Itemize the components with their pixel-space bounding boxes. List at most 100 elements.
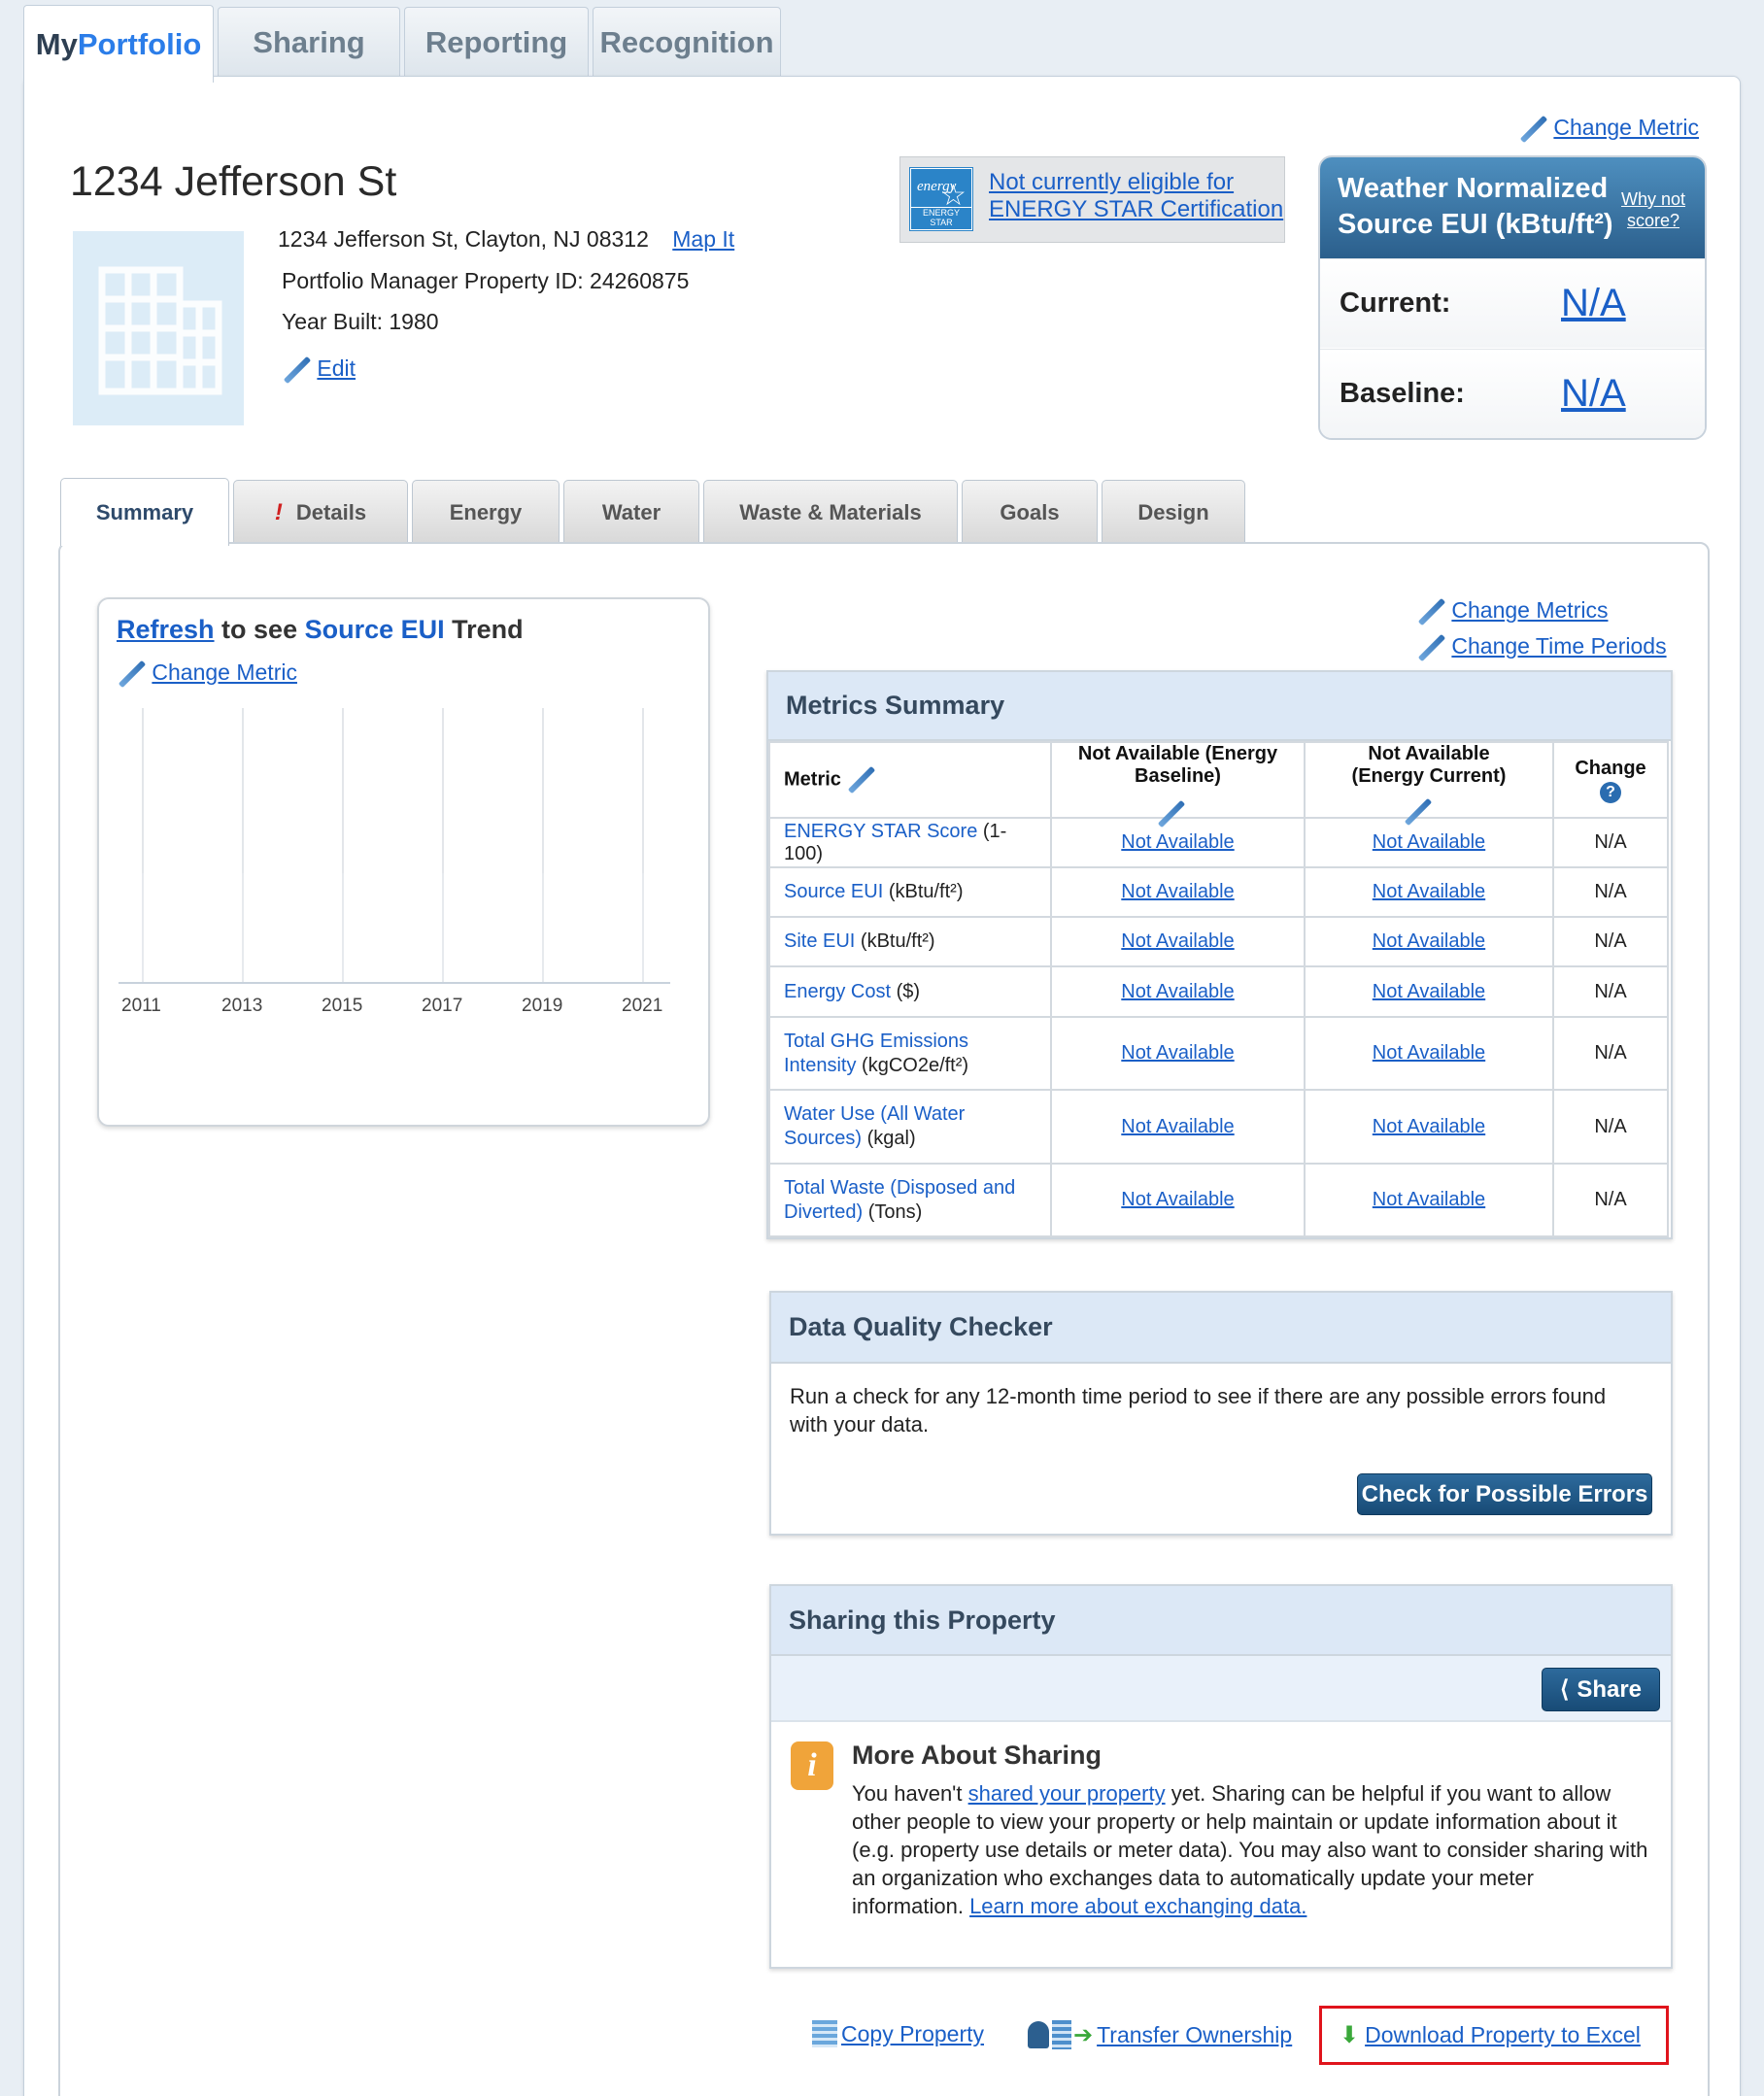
change-time-periods[interactable]: Change Time Periods [1416,628,1666,664]
transfer-building-icon [1052,2020,1071,2049]
metric-name-link[interactable]: Water Use (All Water [784,1103,965,1125]
trend-change-metric-link[interactable]: Change Metric [152,659,297,685]
why-not-line2[interactable]: score? [1621,210,1685,231]
pencil-icon[interactable] [846,765,875,794]
map-it-link[interactable]: Map It [672,226,734,252]
eui-baseline-value[interactable]: N/A [1561,372,1626,416]
metrics-table-header: Metric Not Available (Energy Baseline) No… [768,741,1669,819]
change-time-periods-link[interactable]: Change Time Periods [1451,633,1666,659]
eligibility-line2[interactable]: ENERGY STAR Certification [989,196,1283,222]
why-not-line1[interactable]: Why not [1621,188,1685,210]
pencil-icon[interactable] [1403,797,1432,827]
current-value[interactable]: Not Available [1373,881,1485,902]
change-metric-top-link[interactable]: Change Metric [1553,115,1699,140]
subtab-waste-label: Waste & Materials [739,499,922,524]
subtab-waste[interactable]: Waste & Materials [703,480,958,544]
tab-reporting[interactable]: Reporting [404,7,589,78]
eligibility-line1[interactable]: Not currently eligible for [989,169,1234,195]
tab-reporting-label: Reporting [424,25,568,59]
current-value[interactable]: Not Available [1373,1189,1485,1210]
person-icon [1028,2021,1049,2048]
baseline-value[interactable]: Not Available [1121,831,1234,853]
metrics-summary-title: Metrics Summary [768,672,1671,741]
trend-change-metric[interactable]: Change Metric [117,659,297,689]
current-value[interactable]: Not Available [1373,930,1485,952]
shared-property-link[interactable]: shared your property [968,1781,1166,1806]
tab-recognition-label: Recognition [599,25,774,59]
tab-myportfolio[interactable]: My Portfolio [23,5,214,83]
metric-name-link[interactable]: Source EUI [784,881,883,902]
current-value[interactable]: Not Available [1373,831,1485,853]
eui-header: Weather Normalized Source EUI (kBtu/ft²)… [1320,157,1705,258]
tab-sharing-label: Sharing [253,25,365,59]
change-value: N/A [1552,1016,1669,1091]
change-metrics[interactable]: Change Metrics [1416,592,1667,628]
subtab-water-label: Water [601,499,662,524]
transfer-ownership[interactable]: ➔ Transfer Ownership [1028,2020,1292,2049]
property-name: 1234 Jefferson St [70,158,397,205]
subtab-details[interactable]: ! Details [233,480,408,544]
subtab-goals[interactable]: Goals [962,480,1098,544]
current-value[interactable]: Not Available [1373,1116,1485,1137]
refresh-link[interactable]: Refresh [117,615,215,644]
transfer-ownership-link[interactable]: Transfer Ownership [1097,2022,1292,2048]
learn-more-exchanging-link[interactable]: Learn more about exchanging data. [969,1894,1306,1918]
tab-sharing[interactable]: Sharing [218,7,400,78]
trend-chart-axis [119,708,670,984]
energy-star-logo-text: ENERGY STAR [911,207,971,227]
help-icon[interactable]: ? [1600,781,1621,803]
why-not-score[interactable]: Why not score? [1621,188,1685,231]
share-button[interactable]: ⟨ Share [1542,1668,1660,1711]
eui-current-value[interactable]: N/A [1561,282,1626,325]
sharing-text-1: You haven't [852,1781,968,1806]
tab-recognition[interactable]: Recognition [593,7,781,78]
more-about-sharing-text: You haven't shared your property yet. Sh… [852,1779,1648,1920]
energy-star-eligibility-link[interactable]: Not currently eligible for ENERGY STAR C… [989,169,1283,223]
year-label: 2017 [422,996,463,1016]
copy-property[interactable]: Copy Property [812,2020,984,2047]
baseline-value[interactable]: Not Available [1121,1116,1234,1137]
change-metrics-link[interactable]: Change Metrics [1451,597,1608,623]
baseline-value[interactable]: Not Available [1121,981,1234,1002]
change-value: N/A [1552,916,1669,967]
sharing-title: Sharing this Property [771,1586,1671,1656]
alert-icon: ! [274,498,283,525]
year-label: 2011 [121,996,161,1016]
edit-link[interactable]: Edit [317,355,356,381]
more-about-sharing-title: More About Sharing [852,1741,1102,1770]
edit-property[interactable]: Edit [282,355,356,385]
metric-name-link[interactable]: Sources) [784,1128,862,1149]
metric-name-link[interactable]: Total Waste (Disposed and [784,1177,1015,1199]
copy-property-link[interactable]: Copy Property [841,2021,984,2047]
eui-title-line2: Source EUI (kBtu/ft²) [1338,209,1613,240]
metrics-summary-card: Metrics Summary Metric Not Available (En… [766,670,1673,1239]
metric-name-link[interactable]: ENERGY STAR Score [784,821,977,842]
change-value: N/A [1552,965,1669,1018]
baseline-value[interactable]: Not Available [1121,1189,1234,1210]
subtab-water[interactable]: Water [563,480,699,544]
metric-name: Water Use (All Water Sources) (kgal) [768,1089,1052,1165]
metric-name-link[interactable]: Intensity [784,1055,856,1076]
change-metric-top[interactable]: Change Metric [1518,115,1699,144]
metric-name-link[interactable]: Energy Cost [784,981,891,1002]
baseline-value[interactable]: Not Available [1121,881,1234,902]
current-value[interactable]: Not Available [1373,1042,1485,1064]
trend-card: Refresh to see Source EUI Trend Change M… [97,597,710,1127]
table-row: Energy Cost ($) Not Available Not Availa… [768,965,1669,1018]
pencil-icon[interactable] [1156,799,1185,828]
current-value[interactable]: Not Available [1373,981,1485,1002]
metric-name-link[interactable]: Total GHG Emissions [784,1031,968,1052]
baseline-value[interactable]: Not Available [1121,930,1234,952]
subtab-details-label: Details [295,499,367,524]
subtab-energy[interactable]: Energy [412,480,560,544]
check-errors-button[interactable]: Check for Possible Errors [1357,1473,1652,1515]
download-excel-link[interactable]: Download Property to Excel [1365,2022,1641,2048]
metric-name-link[interactable]: Site EUI [784,930,855,952]
subtab-design[interactable]: Design [1102,480,1245,544]
subtab-summary[interactable]: Summary [60,478,229,546]
metric-unit: (kBtu/ft²) [883,881,964,902]
metric-name-link[interactable]: Diverted) [784,1201,863,1223]
baseline-value[interactable]: Not Available [1121,1042,1234,1064]
download-property[interactable]: ⬇ Download Property to Excel [1319,2006,1669,2065]
data-quality-title: Data Quality Checker [771,1293,1671,1364]
